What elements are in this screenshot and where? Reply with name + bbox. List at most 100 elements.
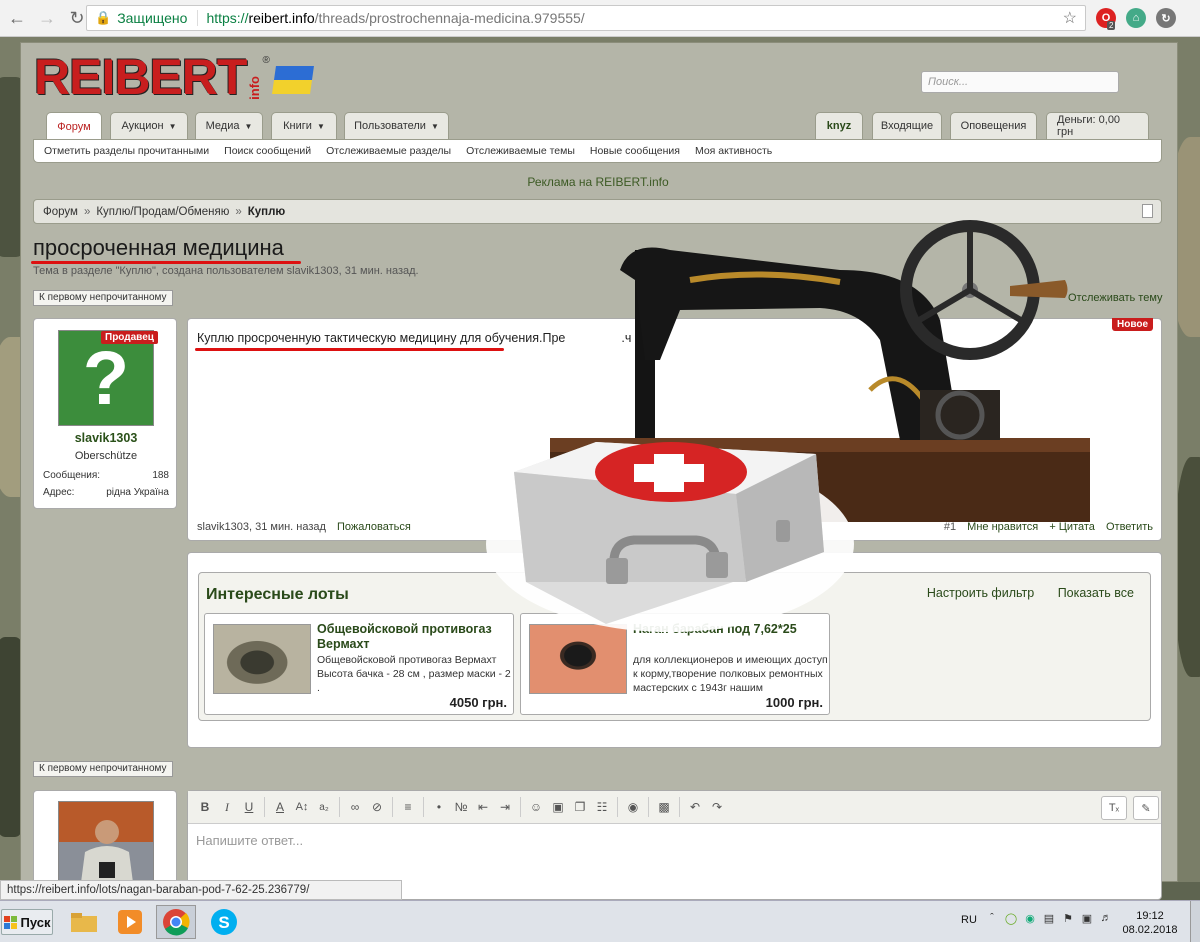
post-meta[interactable]: slavik1303, 31 мин. назад: [197, 521, 326, 533]
subnav-my-activity[interactable]: Моя активность: [695, 145, 772, 157]
url-path: /threads/prostrochennaja-medicina.979555…: [314, 10, 585, 26]
messages-value[interactable]: 188: [152, 470, 169, 481]
tab-alerts[interactable]: Оповещения: [950, 112, 1037, 139]
subnav-search-posts[interactable]: Поиск сообщений: [224, 145, 311, 157]
tab-auction[interactable]: Аукцион ▼: [110, 112, 188, 139]
address-label: Адрес:: [43, 487, 75, 498]
tab-users[interactable]: Пользователи ▼: [344, 112, 449, 139]
sync-extension-icon[interactable]: ↻: [1156, 8, 1176, 28]
editor-toolbar: B I U A A↕ a₂ ∞ ⊘ ≡ • № ⇤ ⇥ ☺ ▣ ❐ ☷ ◉ ▩ …: [188, 791, 1161, 824]
tab-books[interactable]: Книги ▼: [271, 112, 337, 139]
outdent-icon[interactable]: ⇤: [472, 796, 494, 818]
tab-label: Книги: [283, 120, 312, 132]
post-text-start: Куплю просроченную тактическую медицину …: [197, 331, 566, 345]
link-icon[interactable]: ∞: [344, 796, 366, 818]
gas-mask-image[interactable]: [213, 624, 311, 694]
font-size-icon[interactable]: A↕: [291, 796, 313, 818]
author-messages: Сообщения: 188: [43, 470, 169, 481]
undo-icon[interactable]: ↶: [684, 796, 706, 818]
tab-inbox[interactable]: Входящие: [872, 112, 942, 139]
show-all-link[interactable]: Показать все: [1058, 586, 1134, 600]
lot-card[interactable]: Общевойсковой противогаз Вермахт Общевой…: [204, 613, 514, 715]
start-button[interactable]: Пуск: [1, 909, 53, 935]
clock-time: 19:12: [1136, 910, 1164, 922]
camera-icon[interactable]: ◉: [622, 796, 644, 818]
tab-label: Пользователи: [354, 120, 426, 132]
lot-description: для коллекционеров и имеющих доступ к ко…: [633, 654, 828, 694]
tray-app-icon[interactable]: ◯: [1004, 912, 1018, 926]
flag-icon[interactable]: ⚑: [1061, 912, 1075, 926]
tab-label: knyz: [826, 120, 852, 132]
font-color-icon[interactable]: A: [269, 796, 291, 818]
align-icon[interactable]: ≡: [397, 796, 419, 818]
chevron-down-icon: ▼: [244, 121, 253, 131]
author-rank: Oberschütze: [74, 450, 138, 462]
volume-icon[interactable]: ♬: [1099, 912, 1113, 926]
smile-icon[interactable]: ☺: [525, 796, 547, 818]
chevron-down-icon: ▼: [168, 121, 177, 131]
show-desktop-button[interactable]: [1190, 901, 1200, 942]
unlink-icon[interactable]: ⊘: [366, 796, 388, 818]
lot-title[interactable]: Общевойсковой противогаз Вермахт: [317, 622, 507, 652]
home-extension-icon[interactable]: ⌂: [1126, 8, 1146, 28]
forward-icon[interactable]: →: [34, 5, 60, 31]
language-indicator[interactable]: RU: [961, 914, 977, 926]
author-name[interactable]: slavik1303: [34, 431, 178, 445]
insert-icon[interactable]: ☷: [591, 796, 613, 818]
remove-format-icon[interactable]: Tₓ: [1101, 796, 1127, 820]
url-scheme: https://: [206, 10, 249, 26]
bold-icon[interactable]: B: [194, 796, 216, 818]
media-player-icon[interactable]: [110, 905, 150, 939]
tray-expand-icon[interactable]: ˆ: [985, 912, 999, 926]
ad-link[interactable]: Реклама на REIBERT.info: [0, 175, 1196, 189]
subnav-new-posts[interactable]: Новые сообщения: [590, 145, 680, 157]
address-value: рідна Україна: [106, 487, 169, 498]
numbered-list-icon[interactable]: №: [450, 796, 472, 818]
breadcrumb-current[interactable]: Куплю: [248, 206, 286, 218]
chevron-down-icon: ▼: [430, 121, 439, 131]
tab-forum[interactable]: Форум: [46, 112, 102, 140]
tab-account[interactable]: knyz: [815, 112, 863, 139]
chrome-icon[interactable]: [156, 905, 196, 939]
tab-media[interactable]: Медиа ▼: [195, 112, 263, 139]
back-icon[interactable]: ←: [4, 5, 30, 31]
first-unread-button[interactable]: К первому непрочитанному: [33, 290, 173, 306]
filter-link[interactable]: Настроить фильтр: [927, 586, 1034, 600]
breadcrumb-section[interactable]: Куплю/Продам/Обменяю: [96, 206, 229, 218]
search-input[interactable]: Поиск...: [921, 71, 1119, 93]
address-bar[interactable]: 🔒 Защищено https:// reibert.info /thread…: [86, 5, 1086, 31]
document-icon[interactable]: [1142, 204, 1153, 218]
site-logo[interactable]: REIBERT info ®: [34, 52, 314, 102]
redo-icon[interactable]: ↷: [706, 796, 728, 818]
revolver-cylinder-image[interactable]: [529, 624, 627, 694]
seller-badge: Продавец: [101, 331, 158, 344]
tab-money[interactable]: Деньги: 0,00 грн: [1046, 112, 1149, 139]
underline-icon[interactable]: U: [238, 796, 260, 818]
italic-icon[interactable]: I: [216, 796, 238, 818]
windows-logo-icon: [3, 915, 17, 929]
monitor-icon[interactable]: ▣: [1080, 912, 1094, 926]
breadcrumb-forum[interactable]: Форум: [43, 206, 78, 218]
messages-label: Сообщения:: [43, 470, 101, 481]
star-icon[interactable]: ☆: [1063, 8, 1077, 28]
skype-icon[interactable]: S: [204, 905, 244, 939]
sub-navigation: Отметить разделы прочитанными Поиск сооб…: [33, 139, 1162, 163]
subnav-mark-read[interactable]: Отметить разделы прочитанными: [44, 145, 209, 157]
media-icon[interactable]: ❐: [569, 796, 591, 818]
indent-icon[interactable]: ⇥: [494, 796, 516, 818]
subnav-watched-forums[interactable]: Отслеживаемые разделы: [326, 145, 451, 157]
toggle-bbcode-icon[interactable]: ✎: [1133, 796, 1159, 820]
avatar[interactable]: ?: [58, 330, 154, 426]
clock[interactable]: 19:12 08.02.2018: [1120, 909, 1180, 937]
report-link[interactable]: Пожаловаться: [337, 521, 411, 533]
reply-link[interactable]: Ответить: [1106, 521, 1153, 533]
bullet-list-icon[interactable]: •: [428, 796, 450, 818]
tray-network-icon[interactable]: ▤: [1042, 912, 1056, 926]
explorer-icon[interactable]: [64, 905, 104, 939]
first-unread-button-bottom[interactable]: К первому непрочитанному: [33, 761, 173, 777]
save-icon[interactable]: ▩: [653, 796, 675, 818]
tray-circle-icon[interactable]: ◉: [1023, 912, 1037, 926]
image-icon[interactable]: ▣: [547, 796, 569, 818]
font-family-icon[interactable]: a₂: [313, 796, 335, 818]
subnav-watched-threads[interactable]: Отслеживаемые темы: [466, 145, 575, 157]
